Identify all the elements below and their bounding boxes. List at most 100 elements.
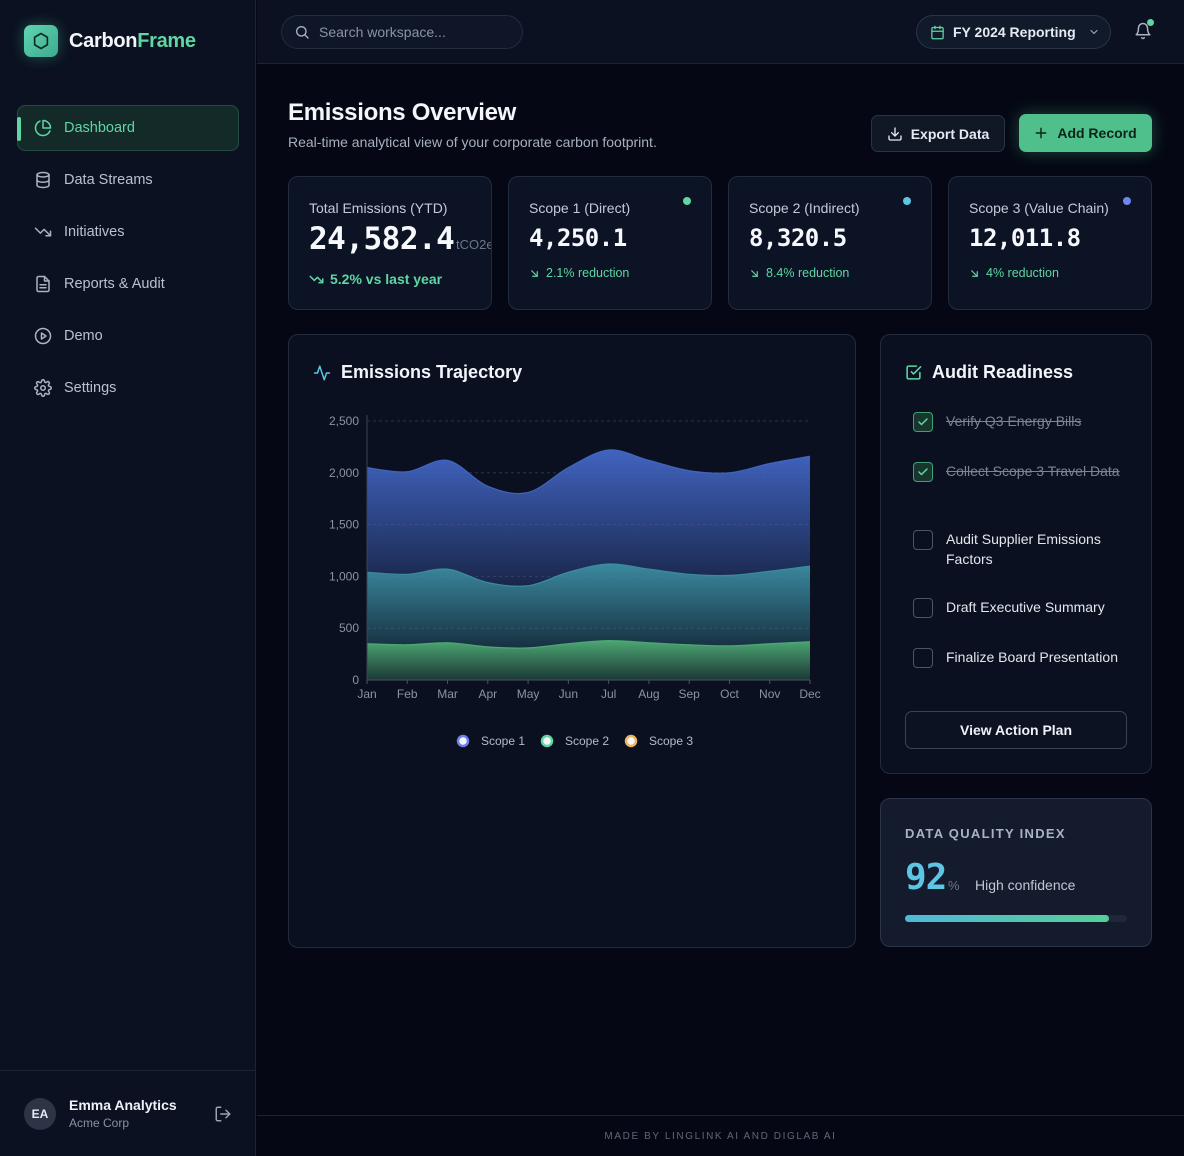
footer: MADE BY LINGLINK AI AND DIGLAB AI bbox=[257, 1115, 1184, 1156]
x-tick-label: Aug bbox=[638, 687, 659, 701]
x-tick-label: Mar bbox=[437, 687, 458, 701]
kpi-delta-text: 4% reduction bbox=[986, 266, 1059, 280]
search-icon bbox=[294, 24, 310, 40]
legend-label: Scope 1 bbox=[481, 734, 525, 748]
checkbox-checked[interactable] bbox=[913, 462, 933, 482]
chevron-down-icon bbox=[1088, 26, 1100, 38]
x-tick-label: Apr bbox=[478, 687, 497, 701]
checkbox[interactable] bbox=[913, 598, 933, 618]
kpi-label: Scope 1 (Direct) bbox=[529, 200, 631, 216]
add-record-button[interactable]: Add Record bbox=[1019, 114, 1152, 152]
sidebar-nav: Dashboard Data Streams Initiatives Repor… bbox=[17, 105, 239, 417]
notification-dot bbox=[1147, 19, 1154, 26]
audit-readiness-card: Audit Readiness Verify Q3 Energy Bills C… bbox=[880, 334, 1152, 774]
kpi-scope1: Scope 1 (Direct) 4,250.1 2.1% reduction bbox=[508, 176, 712, 310]
plus-icon bbox=[1034, 126, 1048, 140]
legend-label: Scope 3 bbox=[649, 734, 693, 748]
play-circle-icon bbox=[34, 327, 52, 345]
task-item[interactable]: Collect Scope 3 Travel Data bbox=[913, 461, 1123, 482]
export-data-button[interactable]: Export Data bbox=[871, 115, 1005, 152]
x-tick-label: Dec bbox=[799, 687, 820, 701]
legend-marker bbox=[456, 734, 470, 748]
sidebar-item-data-streams[interactable]: Data Streams bbox=[17, 157, 239, 203]
kpi-delta: 8.4% reduction bbox=[749, 266, 849, 280]
kpi-delta: 4% reduction bbox=[969, 266, 1059, 280]
kpi-delta-text: 2.1% reduction bbox=[546, 266, 630, 280]
period-label: FY 2024 Reporting bbox=[953, 24, 1076, 40]
checkbox[interactable] bbox=[913, 648, 933, 668]
brand-name: CarbonFrame bbox=[69, 30, 196, 53]
view-action-plan-button[interactable]: View Action Plan bbox=[905, 711, 1127, 749]
x-tick-label: Jul bbox=[601, 687, 616, 701]
sidebar-item-dashboard[interactable]: Dashboard bbox=[17, 105, 239, 151]
checkbox-checked[interactable] bbox=[913, 412, 933, 432]
kpi-label: Scope 3 (Value Chain) bbox=[969, 200, 1109, 216]
y-tick-label: 2,500 bbox=[329, 414, 359, 428]
user-name: Emma Analytics bbox=[69, 1097, 177, 1113]
arrow-down-right-icon bbox=[529, 268, 540, 279]
data-quality-progress bbox=[905, 915, 1127, 922]
y-tick-label: 1,000 bbox=[329, 569, 359, 583]
sidebar-item-label: Settings bbox=[64, 380, 117, 396]
sidebar-item-label: Dashboard bbox=[64, 120, 135, 136]
brand[interactable]: CarbonFrame bbox=[24, 25, 196, 57]
task-label: Verify Q3 Energy Bills bbox=[946, 413, 1082, 429]
task-item[interactable]: Verify Q3 Energy Bills bbox=[913, 411, 1123, 432]
calendar-icon bbox=[930, 25, 945, 40]
kpi-unit: tCO2e bbox=[456, 237, 492, 252]
emissions-area-chart[interactable]: 0 500 1,000 1,500 2,000 2,500 Jan Feb Mar Apr May J… bbox=[289, 335, 855, 947]
data-quality-unit: % bbox=[948, 878, 960, 893]
period-selector[interactable]: FY 2024 Reporting bbox=[916, 15, 1111, 49]
kpi-delta-text: 8.4% reduction bbox=[766, 266, 850, 280]
sidebar-item-reports-audit[interactable]: Reports & Audit bbox=[17, 261, 239, 307]
export-data-label: Export Data bbox=[910, 125, 990, 142]
series-area-scope-2 bbox=[367, 563, 810, 649]
brand-name-part2: Frame bbox=[137, 29, 196, 52]
page-subtitle: Real-time analytical view of your corpor… bbox=[288, 134, 657, 150]
add-record-label: Add Record bbox=[1057, 125, 1137, 141]
sidebar-item-initiatives[interactable]: Initiatives bbox=[17, 209, 239, 255]
hexagon-logo-icon bbox=[24, 25, 58, 57]
logout-icon[interactable] bbox=[214, 1105, 232, 1123]
task-item[interactable]: Finalize Board Presentation bbox=[913, 647, 1123, 668]
task-item[interactable]: Audit Supplier Emissions Factors bbox=[913, 529, 1123, 569]
x-tick-label: Jun bbox=[559, 687, 578, 701]
checkbox[interactable] bbox=[913, 530, 933, 550]
sidebar-item-demo[interactable]: Demo bbox=[17, 313, 239, 359]
avatar[interactable]: EA bbox=[24, 1097, 56, 1130]
legend-label: Scope 2 bbox=[565, 734, 609, 748]
task-item[interactable]: Draft Executive Summary bbox=[913, 597, 1123, 618]
gear-icon bbox=[34, 379, 52, 397]
task-label: Collect Scope 3 Travel Data bbox=[946, 463, 1120, 479]
data-quality-progress-fill bbox=[905, 915, 1110, 922]
download-icon bbox=[887, 126, 903, 142]
data-quality-status: High confidence bbox=[975, 877, 1076, 893]
trending-down-icon bbox=[34, 223, 52, 241]
x-tick-label: Nov bbox=[759, 687, 780, 701]
sidebar-item-label: Reports & Audit bbox=[64, 276, 165, 292]
sidebar-item-label: Data Streams bbox=[64, 172, 153, 188]
kpi-delta-text: 5.2% vs last year bbox=[330, 271, 443, 287]
status-dot bbox=[903, 197, 911, 205]
x-tick-label: Oct bbox=[720, 687, 739, 701]
search-input[interactable] bbox=[319, 24, 509, 40]
page-title: Emissions Overview bbox=[288, 99, 517, 126]
topbar: FY 2024 Reporting bbox=[257, 0, 1184, 64]
kpi-delta: 5.2% vs last year bbox=[309, 271, 442, 287]
search-box[interactable] bbox=[281, 15, 523, 49]
task-label: Draft Executive Summary bbox=[946, 599, 1105, 615]
trending-down-icon bbox=[309, 272, 324, 287]
arrow-down-right-icon bbox=[749, 268, 760, 279]
sidebar: CarbonFrame Dashboard Data Streams Initi… bbox=[0, 0, 256, 1156]
file-text-icon bbox=[34, 275, 52, 293]
database-icon bbox=[34, 171, 52, 189]
x-tick-label: May bbox=[517, 687, 540, 701]
kpi-value: 4,250.1 bbox=[529, 224, 627, 252]
data-quality-title: DATA QUALITY INDEX bbox=[905, 826, 1066, 841]
x-tick-label: Jan bbox=[357, 687, 376, 701]
x-tick-label: Feb bbox=[397, 687, 418, 701]
sidebar-item-settings[interactable]: Settings bbox=[17, 365, 239, 411]
check-square-icon bbox=[905, 364, 922, 381]
kpi-scope3: Scope 3 (Value Chain) 12,011.8 4% reduct… bbox=[948, 176, 1152, 310]
y-tick-label: 500 bbox=[339, 621, 359, 635]
